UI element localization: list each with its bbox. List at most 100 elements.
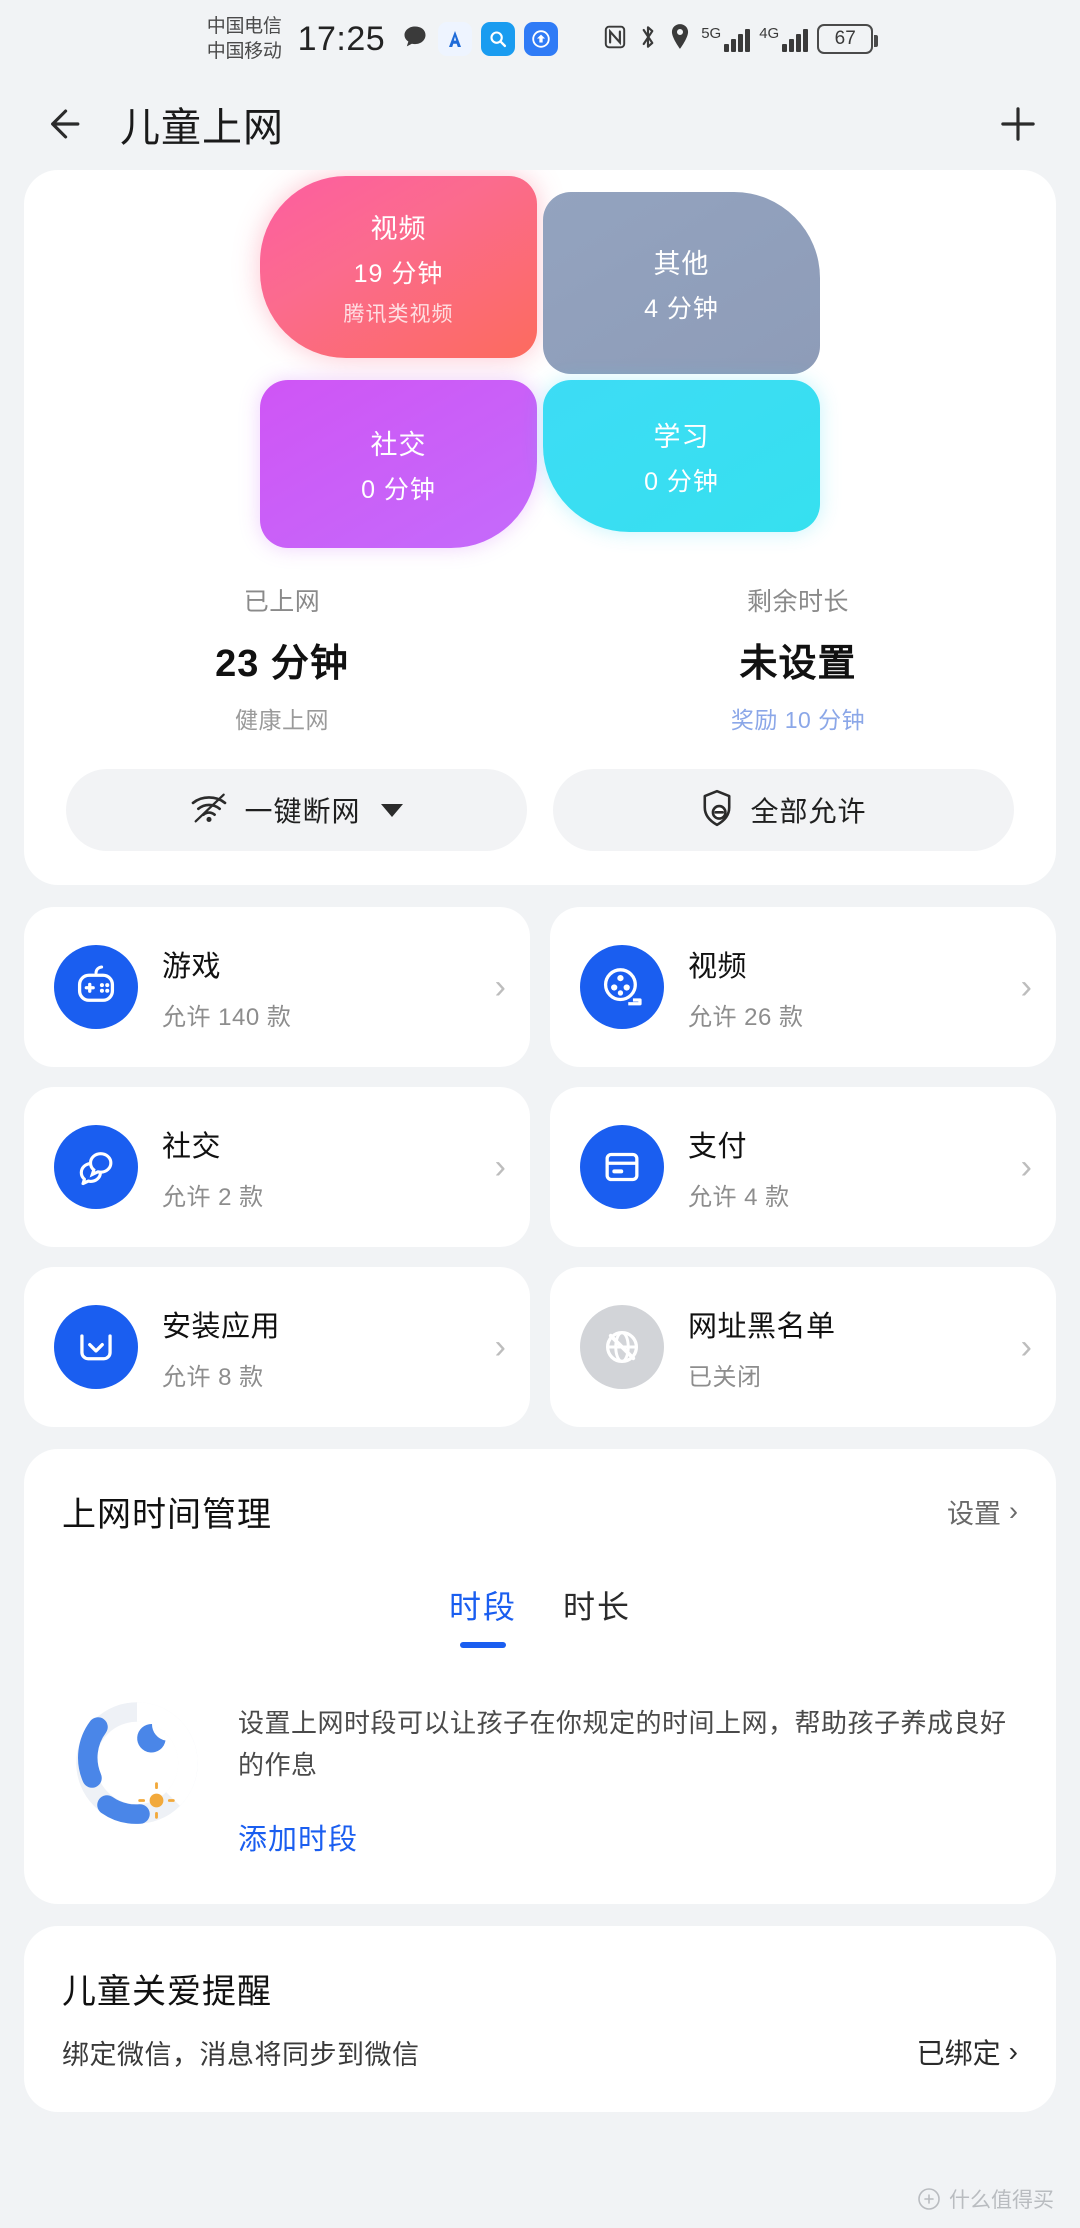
category-video[interactable]: 视频 允许 26 款 ›	[550, 907, 1056, 1067]
time-management-header: 上网时间管理 设置 ›	[62, 1487, 1018, 1536]
tile-value: 0 分钟	[644, 467, 719, 496]
care-reminder-text: 儿童关爱提醒 绑定微信，消息将同步到微信	[62, 1964, 420, 2072]
category-text: 社交 允许 2 款	[162, 1123, 471, 1212]
usage-summary-card: 视频 19 分钟 腾讯类视频 其他 4 分钟 社交 0 分钟 学习 0 分钟 已…	[24, 170, 1056, 885]
usage-tile-video[interactable]: 视频 19 分钟 腾讯类视频	[260, 176, 537, 358]
tile-name: 其他	[653, 248, 710, 279]
category-install-apps[interactable]: 安装应用 允许 8 款 ›	[24, 1267, 530, 1427]
battery-indicator: 67	[817, 24, 879, 54]
a-app-icon	[438, 22, 473, 56]
tile-sub: 腾讯类视频	[343, 302, 454, 326]
carrier-secondary: 中国移动	[206, 41, 282, 62]
action-label: 全部允许	[750, 796, 867, 827]
tab-indicator	[574, 1642, 620, 1648]
category-payment[interactable]: 支付 允许 4 款 ›	[550, 1087, 1056, 1247]
back-button[interactable]	[34, 96, 90, 152]
signal-bars-1	[724, 28, 751, 52]
carrier-labels: 中国电信 中国移动	[207, 14, 282, 64]
category-sub: 允许 4 款	[688, 1183, 790, 1211]
message-icon	[401, 23, 429, 55]
watermark-label: 什么值得买	[949, 2189, 1054, 2212]
care-reminder-card: 儿童关爱提醒 绑定微信，消息将同步到微信 已绑定 ›	[24, 1926, 1056, 2113]
category-name: 社交	[162, 1130, 222, 1163]
allow-all-button[interactable]: 全部允许	[553, 769, 1014, 851]
category-sub: 允许 8 款	[162, 1363, 264, 1391]
add-button[interactable]	[990, 96, 1046, 152]
cloud-app-icon	[524, 22, 559, 56]
category-grid: 游戏 允许 140 款 › 视频 允许 26 款 › 社交 允许 2 款 › 支…	[24, 907, 1056, 1427]
watermark-icon	[918, 2188, 940, 2210]
category-text: 网址黑名单 已关闭	[688, 1303, 997, 1392]
time-management-copy: 设置上网时段可以让孩子在你规定的时间上网，帮助孩子养成良好的作息 添加时段	[238, 1688, 1018, 1858]
arrow-left-icon	[51, 109, 80, 139]
credit-card-icon	[580, 1125, 664, 1209]
wifi-off-icon	[190, 792, 228, 829]
chevron-right-icon: ›	[1009, 1496, 1018, 1526]
category-name: 网址黑名单	[688, 1310, 836, 1343]
network-type-1: 5G	[701, 25, 722, 42]
signal-2: 4G	[759, 25, 809, 52]
category-sub: 允许 140 款	[162, 1003, 292, 1031]
time-management-tabs: 时段 时长	[62, 1582, 1018, 1648]
shield-block-icon	[700, 789, 734, 832]
settings-label: 设置	[947, 1499, 1001, 1529]
category-text: 支付 允许 4 款	[688, 1123, 997, 1212]
globe-blocked-icon	[580, 1305, 664, 1389]
care-reminder-status[interactable]: 已绑定 ›	[917, 2032, 1018, 2072]
usage-stats-row: 已上网 23 分钟 健康上网 剩余时长 未设置 奖励 10 分钟	[24, 582, 1056, 735]
chevron-down-icon[interactable]	[380, 803, 403, 817]
chevron-right-icon: ›	[494, 1148, 506, 1186]
network-type-2: 4G	[759, 25, 780, 42]
chevron-right-icon: ›	[1008, 2036, 1018, 2068]
category-name: 安装应用	[162, 1310, 281, 1343]
tab-duration[interactable]: 时长	[563, 1582, 631, 1648]
stat-note: 健康上网	[235, 707, 329, 733]
chevron-right-icon: ›	[1020, 1328, 1032, 1366]
tile-value: 19 分钟	[353, 259, 444, 288]
clock-moon-sun-icon	[62, 1688, 212, 1838]
category-text: 安装应用 允许 8 款	[162, 1303, 471, 1392]
tile-name: 视频	[370, 213, 427, 244]
bluetooth-icon	[637, 23, 659, 55]
status-clock: 17:25	[297, 19, 386, 58]
usage-tile-study[interactable]: 学习 0 分钟	[543, 380, 820, 532]
status-bar: 中国电信 中国移动 17:25 5G 4G 67	[0, 0, 1080, 78]
watermark: 什么值得买	[917, 2184, 1054, 2214]
tile-value: 4 分钟	[644, 294, 719, 323]
chat-bubbles-icon	[54, 1125, 138, 1209]
tab-period[interactable]: 时段	[449, 1582, 517, 1648]
usage-tile-other[interactable]: 其他 4 分钟	[543, 192, 820, 374]
stat-used: 已上网 23 分钟 健康上网	[24, 582, 540, 735]
film-reel-icon	[580, 945, 664, 1029]
search-app-icon	[481, 22, 516, 56]
category-name: 视频	[688, 950, 748, 983]
category-social[interactable]: 社交 允许 2 款 ›	[24, 1087, 530, 1247]
add-period-link[interactable]: 添加时段	[238, 1816, 358, 1858]
category-game[interactable]: 游戏 允许 140 款 ›	[24, 907, 530, 1067]
section-title: 上网时间管理	[62, 1496, 272, 1534]
action-label: 一键断网	[244, 796, 361, 827]
tile-value: 0 分钟	[361, 475, 436, 504]
settings-link[interactable]: 设置 ›	[947, 1492, 1018, 1531]
tile-name: 社交	[370, 429, 427, 460]
stat-label: 剩余时长	[746, 588, 849, 616]
signal-1: 5G	[701, 25, 751, 52]
usage-tile-social[interactable]: 社交 0 分钟	[260, 380, 537, 548]
category-name: 支付	[688, 1130, 748, 1163]
category-url-blacklist[interactable]: 网址黑名单 已关闭 ›	[550, 1267, 1056, 1427]
tab-label: 时段	[448, 1589, 517, 1625]
category-sub: 允许 26 款	[688, 1003, 804, 1031]
section-title: 儿童关爱提醒	[62, 1973, 272, 2012]
chevron-right-icon: ›	[494, 1328, 506, 1366]
stat-value: 23 分钟	[215, 643, 349, 685]
disconnect-network-button[interactable]: 一键断网	[66, 769, 527, 851]
category-sub: 已关闭	[688, 1363, 762, 1391]
stat-value: 未设置	[739, 643, 857, 685]
page-title: 儿童上网	[120, 106, 284, 150]
location-icon	[668, 23, 692, 55]
status-icon-tray: 5G 4G 67	[401, 22, 879, 56]
category-text: 游戏 允许 140 款	[162, 943, 471, 1032]
reward-link[interactable]: 奖励 10 分钟	[731, 701, 865, 735]
category-name: 游戏	[162, 950, 222, 983]
time-management-card: 上网时间管理 设置 › 时段 时长 设置上网时段可以让孩子在你规定的时间上网，帮…	[24, 1449, 1056, 1905]
